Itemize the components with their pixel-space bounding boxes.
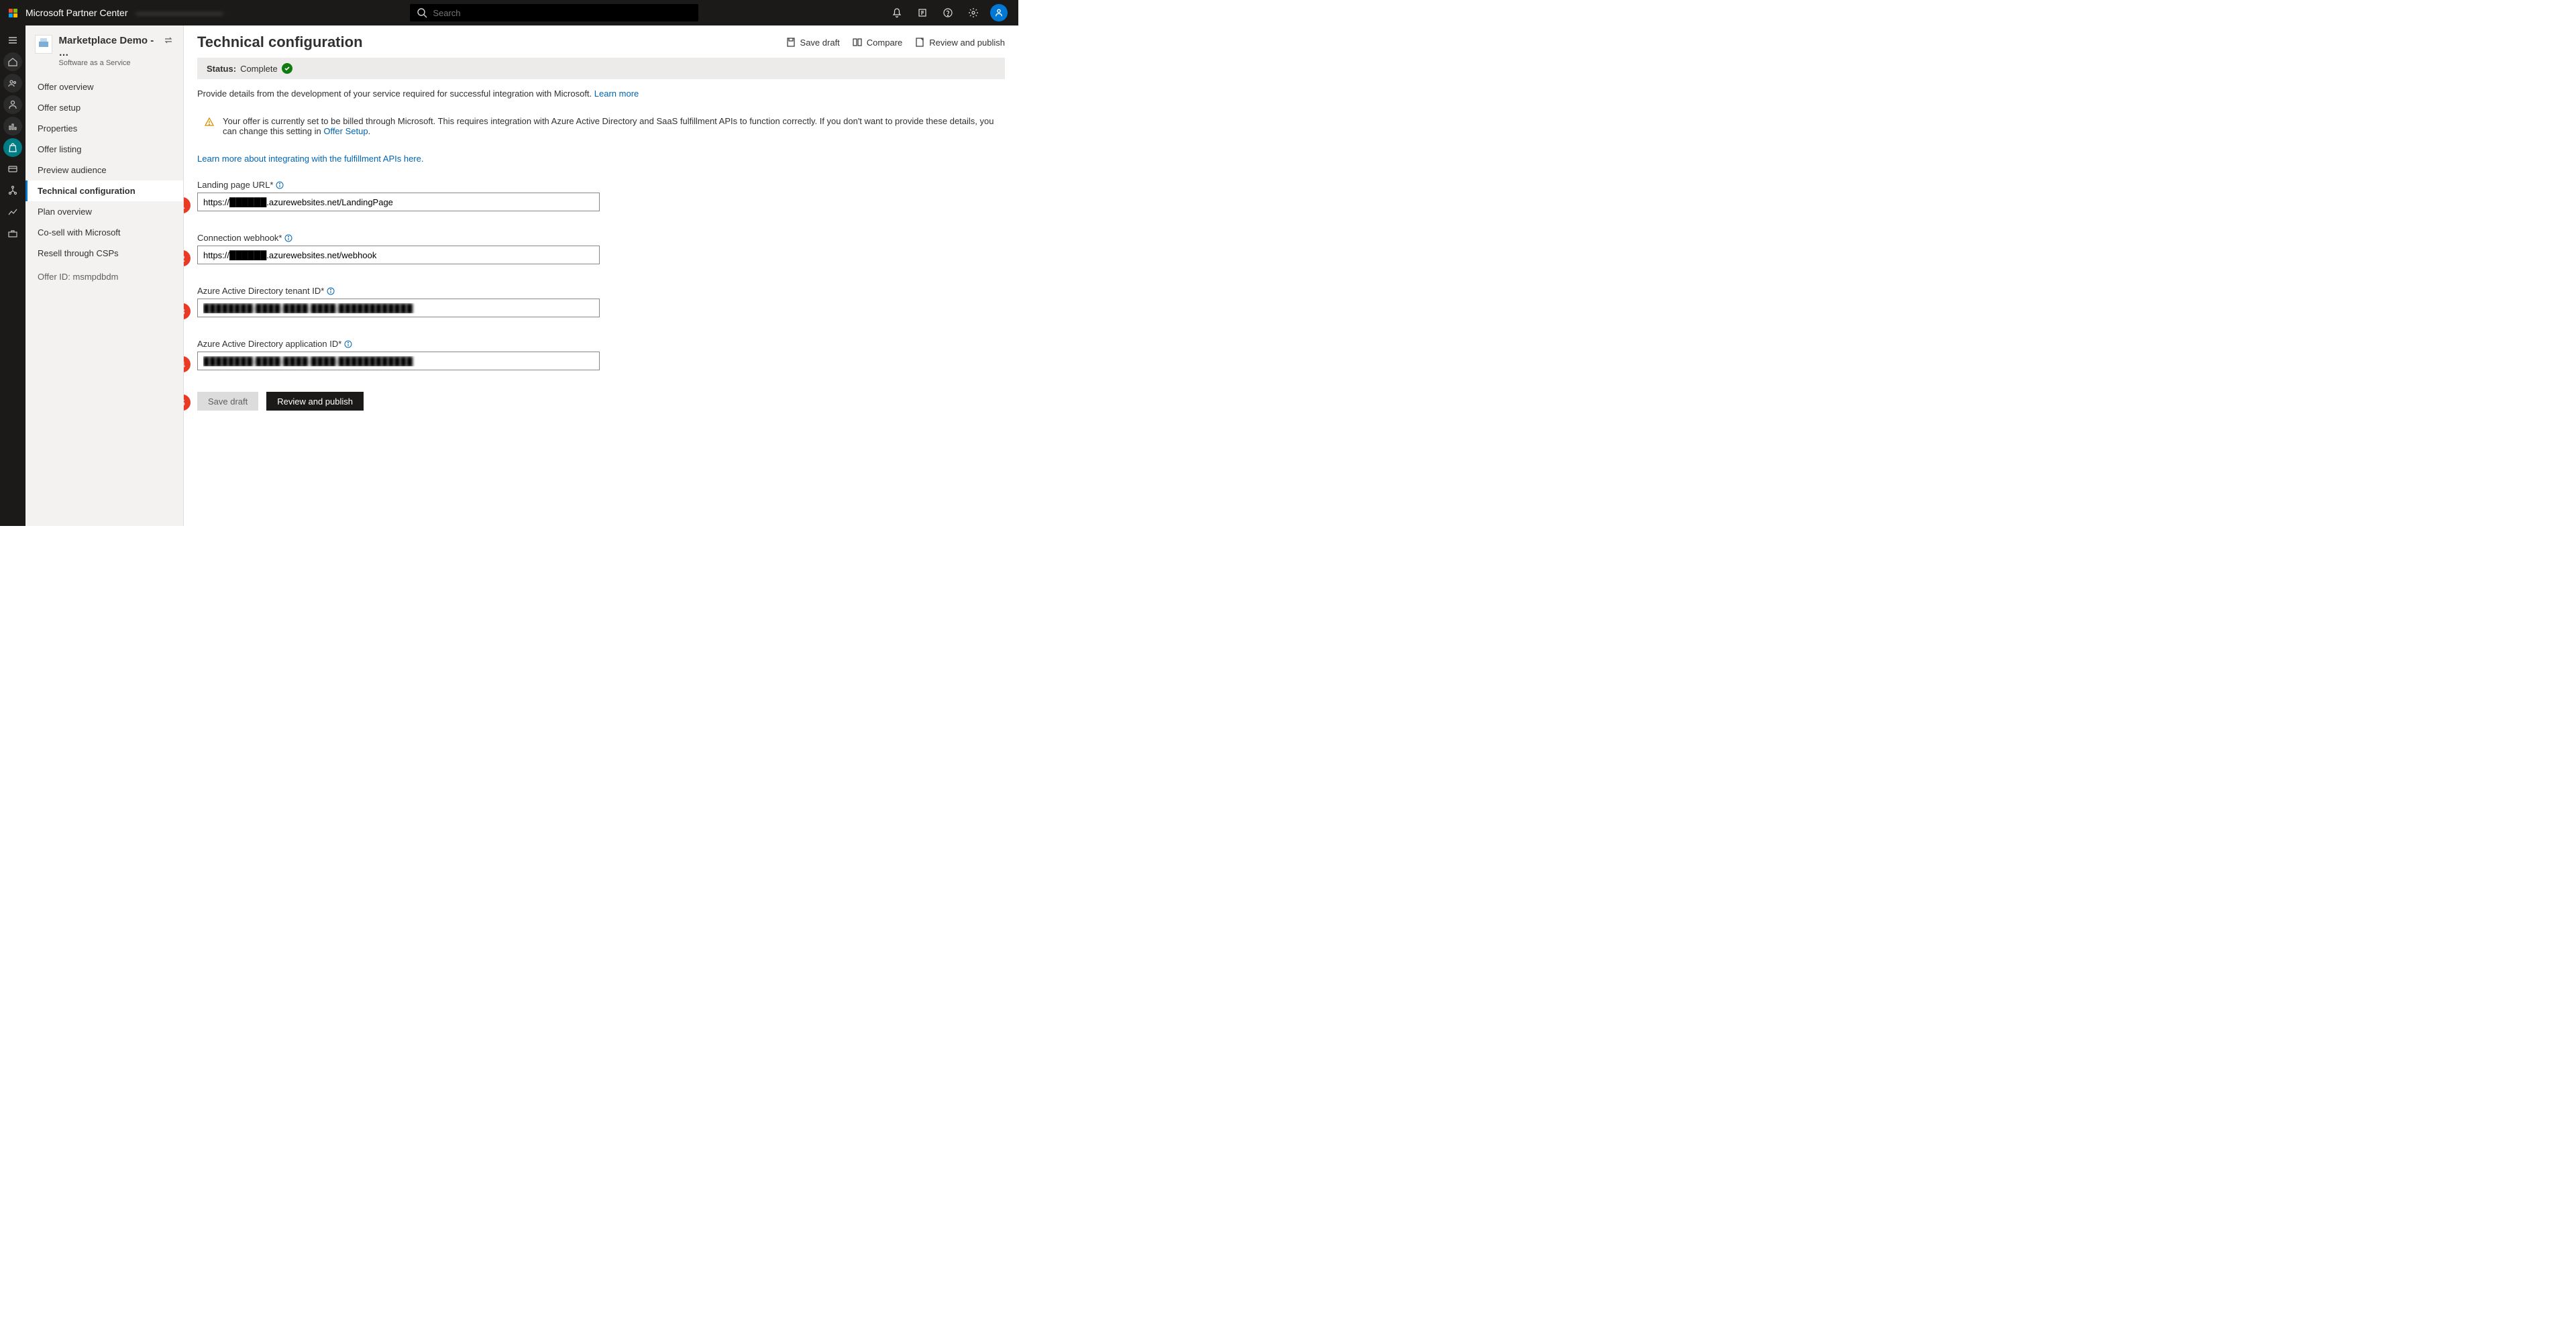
offer-header: Marketplace Demo - … Software as a Servi… bbox=[25, 25, 183, 74]
icon-rail bbox=[0, 25, 25, 526]
nav-offer-listing[interactable]: Offer listing bbox=[25, 139, 183, 160]
saas-offer-icon bbox=[35, 35, 52, 54]
offer-setup-link[interactable]: Offer Setup bbox=[323, 126, 368, 136]
info-icon[interactable] bbox=[276, 181, 284, 189]
action-compare-label: Compare bbox=[867, 38, 902, 48]
settings-icon[interactable] bbox=[962, 0, 985, 25]
help-icon[interactable] bbox=[936, 0, 959, 25]
action-compare[interactable]: Compare bbox=[852, 37, 902, 48]
callout-2: 2 bbox=[184, 250, 191, 266]
rail-chart-icon[interactable] bbox=[3, 117, 22, 136]
webhook-label: Connection webhook* bbox=[197, 233, 282, 243]
field-tenant-id: 3 Azure Active Directory tenant ID* bbox=[197, 286, 1005, 317]
landing-page-input[interactable] bbox=[197, 193, 600, 211]
webhook-input[interactable] bbox=[197, 246, 600, 264]
field-app-id: 4 Azure Active Directory application ID* bbox=[197, 339, 1005, 370]
field-landing-page: 1 Landing page URL* bbox=[197, 180, 1005, 211]
offer-subtitle: Software as a Service bbox=[59, 59, 156, 67]
info-icon[interactable] bbox=[327, 287, 335, 295]
offer-nav-list: Offer overview Offer setup Properties Of… bbox=[25, 74, 183, 264]
rail-home-icon[interactable] bbox=[3, 52, 22, 71]
notifications-icon[interactable] bbox=[885, 0, 908, 25]
search-input[interactable] bbox=[410, 4, 698, 21]
rail-people-icon[interactable] bbox=[3, 74, 22, 93]
action-review-publish[interactable]: Review and publish bbox=[914, 37, 1005, 48]
offer-title: Marketplace Demo - … bbox=[59, 35, 156, 59]
search-box[interactable] bbox=[410, 4, 698, 21]
nav-offer-setup[interactable]: Offer setup bbox=[25, 97, 183, 118]
status-label: Status: bbox=[207, 64, 236, 74]
nav-preview-audience[interactable]: Preview audience bbox=[25, 160, 183, 180]
nav-offer-overview[interactable]: Offer overview bbox=[25, 76, 183, 97]
tenant-context: –––––––––––––––––– bbox=[136, 8, 223, 18]
warning-icon bbox=[204, 117, 215, 129]
product-title[interactable]: Microsoft Partner Center bbox=[25, 7, 136, 18]
fulfillment-apis-link[interactable]: Learn more about integrating with the fu… bbox=[197, 154, 423, 164]
microsoft-logo[interactable] bbox=[0, 9, 25, 17]
field-webhook: 2 Connection webhook* bbox=[197, 233, 1005, 264]
nav-cosell[interactable]: Co-sell with Microsoft bbox=[25, 222, 183, 243]
nav-plan-overview[interactable]: Plan overview bbox=[25, 201, 183, 222]
app-label: Azure Active Directory application ID* bbox=[197, 339, 341, 349]
action-save-draft-label: Save draft bbox=[800, 38, 840, 48]
action-review-publish-label: Review and publish bbox=[929, 38, 1005, 48]
search-icon bbox=[417, 7, 427, 20]
app-id-input[interactable] bbox=[197, 352, 600, 370]
whatsnew-icon[interactable] bbox=[911, 0, 934, 25]
tenant-label: Azure Active Directory tenant ID* bbox=[197, 286, 324, 296]
rail-hamburger-icon[interactable] bbox=[0, 31, 25, 50]
status-value: Complete bbox=[240, 64, 278, 74]
rail-marketplace-icon[interactable] bbox=[3, 138, 22, 157]
nav-resell-csps[interactable]: Resell through CSPs bbox=[25, 243, 183, 264]
rail-referrals-icon[interactable] bbox=[0, 181, 25, 200]
learn-more-link[interactable]: Learn more bbox=[594, 89, 639, 99]
landing-label: Landing page URL* bbox=[197, 180, 273, 190]
page-title: Technical configuration bbox=[197, 34, 363, 51]
billing-warning: Your offer is currently set to be billed… bbox=[197, 112, 1005, 140]
nav-properties[interactable]: Properties bbox=[25, 118, 183, 139]
form-buttons: 5 Save draft Review and publish bbox=[197, 392, 1005, 411]
intro-text: Provide details from the development of … bbox=[184, 79, 1018, 104]
rail-person-icon[interactable] bbox=[3, 95, 22, 114]
user-avatar[interactable] bbox=[987, 0, 1010, 25]
rail-insights-icon[interactable] bbox=[0, 203, 25, 221]
status-bar: Status: Complete bbox=[197, 58, 1005, 79]
action-save-draft[interactable]: Save draft bbox=[786, 37, 840, 48]
header-actions: Save draft Compare Review and publish bbox=[786, 37, 1005, 48]
topbar: Microsoft Partner Center –––––––––––––––… bbox=[0, 0, 1018, 25]
review-publish-button[interactable]: Review and publish bbox=[266, 392, 364, 411]
info-icon[interactable] bbox=[284, 234, 292, 242]
main-content: Technical configuration Save draft Compa… bbox=[184, 25, 1018, 526]
rail-toolbox-icon[interactable] bbox=[0, 224, 25, 243]
offer-id-label: Offer ID: msmpdbdm bbox=[25, 264, 183, 287]
info-icon[interactable] bbox=[344, 340, 352, 348]
intro-body: Provide details from the development of … bbox=[197, 89, 594, 99]
callout-4: 4 bbox=[184, 356, 191, 372]
left-nav: Marketplace Demo - … Software as a Servi… bbox=[25, 25, 184, 526]
callout-1: 1 bbox=[184, 197, 191, 213]
callout-3: 3 bbox=[184, 303, 191, 319]
switch-offer-icon[interactable] bbox=[163, 35, 174, 48]
nav-technical-configuration[interactable]: Technical configuration bbox=[25, 180, 183, 201]
rail-card-icon[interactable] bbox=[0, 160, 25, 178]
save-draft-button[interactable]: Save draft bbox=[197, 392, 258, 411]
status-complete-icon bbox=[282, 63, 292, 74]
callout-5: 5 bbox=[184, 394, 191, 411]
topbar-actions bbox=[885, 0, 1018, 25]
tenant-id-input[interactable] bbox=[197, 299, 600, 317]
